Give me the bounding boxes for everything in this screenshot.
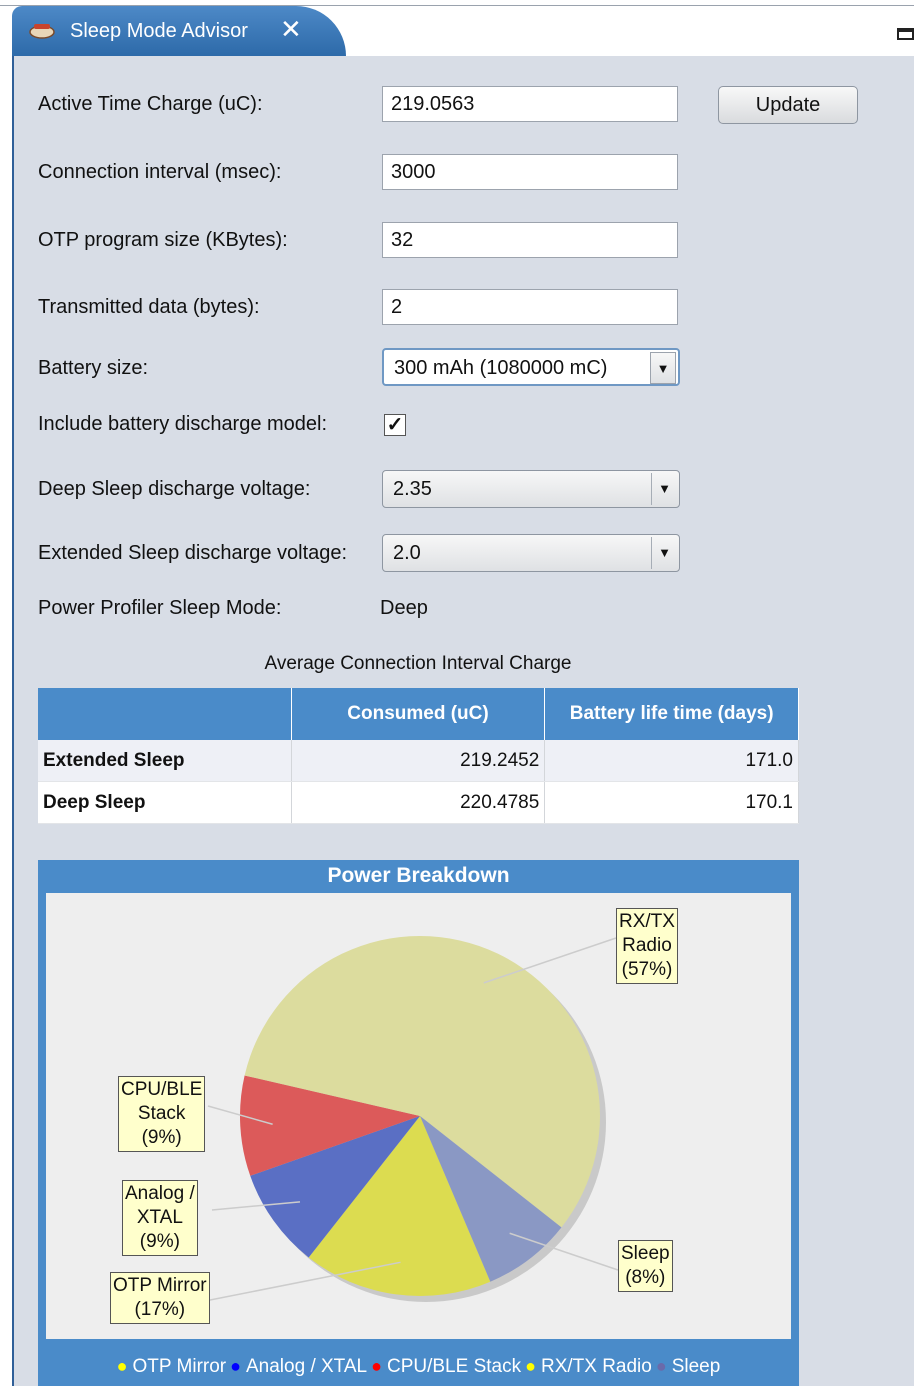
callout-text: Stack: [137, 1103, 186, 1124]
tab-sleep-mode-advisor[interactable]: Sleep Mode Advisor ✕: [12, 6, 346, 56]
battery-size-label: Battery size:: [38, 357, 149, 379]
chart-legend: ● OTP Mirror ● Analog / XTAL ● CPU/BLE Sta…: [38, 1356, 799, 1378]
connection-interval-input[interactable]: 3000: [382, 154, 678, 190]
app-icon: [28, 20, 56, 46]
legend-item-cpu-ble-stack[interactable]: ● CPU/BLE Stack: [371, 1356, 521, 1377]
close-icon[interactable]: ✕: [280, 16, 302, 42]
legend-label: Analog / XTAL: [246, 1356, 368, 1377]
legend-dot-icon: ●: [655, 1356, 672, 1376]
active-charge-label: Active Time Charge (uC):: [38, 93, 263, 115]
legend-label: RX/TX Radio: [540, 1356, 652, 1377]
consumed-value: 220.4785: [291, 781, 546, 824]
callout-text: Radio: [622, 935, 672, 956]
chevron-down-icon[interactable]: ▼: [650, 352, 676, 384]
transmitted-data-input[interactable]: 2: [382, 289, 678, 325]
table-row: Deep Sleep 220.4785 170.1: [38, 781, 799, 824]
callout-text: CPU/BLE: [121, 1079, 203, 1100]
legend-item-otp-mirror[interactable]: ● OTP Mirror: [117, 1356, 226, 1377]
callout-text: (9%): [139, 1231, 180, 1252]
tab-strip: Sleep Mode Advisor ✕: [0, 0, 914, 56]
chevron-down-icon[interactable]: ▼: [651, 473, 677, 505]
transmitted-data-label: Transmitted data (bytes):: [38, 296, 260, 318]
row-name: Deep Sleep: [38, 781, 292, 824]
table-header-battery-life: Battery life time (days): [544, 688, 799, 740]
power-breakdown-chart: Power Breakdown OTP Mirror (17%) Analog / X…: [38, 860, 799, 1386]
charge-table: Consumed (uC) Battery life time (days) E…: [38, 688, 799, 824]
chevron-down-icon[interactable]: ▼: [651, 537, 677, 569]
battery-life-value: 170.1: [544, 781, 799, 824]
callout-analog-xtal: Analog / XTAL (9%): [122, 1180, 198, 1256]
callout-rx-tx-radio: RX/TX Radio (57%): [616, 908, 678, 984]
table-row: Extended Sleep 219.2452 171.0: [38, 740, 799, 782]
active-charge-input[interactable]: 219.0563: [382, 86, 678, 122]
connection-interval-label: Connection interval (msec):: [38, 161, 282, 183]
profiler-mode-value: Deep: [380, 597, 428, 619]
callout-text: (17%): [134, 1299, 186, 1320]
otp-size-input[interactable]: 32: [382, 222, 678, 258]
callout-text: Sleep: [621, 1243, 670, 1264]
deep-sleep-voltage-value: 2.35: [393, 478, 432, 500]
legend-label: OTP Mirror: [132, 1356, 227, 1377]
otp-size-label: OTP program size (KBytes):: [38, 229, 288, 251]
deep-sleep-voltage-select[interactable]: 2.35 ▼: [382, 470, 680, 508]
profiler-mode-label: Power Profiler Sleep Mode:: [38, 597, 282, 619]
update-button[interactable]: Update: [718, 86, 858, 124]
legend-dot-icon: ●: [116, 1356, 133, 1376]
legend-label: CPU/BLE Stack: [386, 1356, 522, 1377]
battery-size-value: 300 mAh (1080000 mC): [394, 357, 608, 379]
battery-size-combo[interactable]: 300 mAh (1080000 mC) ▼: [382, 348, 680, 386]
consumed-value: 219.2452: [291, 740, 546, 782]
discharge-model-label: Include battery discharge model:: [38, 413, 328, 435]
tab-title: Sleep Mode Advisor: [70, 20, 248, 42]
row-name: Extended Sleep: [38, 740, 292, 782]
table-caption: Average Connection Interval Charge: [264, 653, 572, 674]
maximize-icon[interactable]: [897, 28, 914, 40]
callout-text: (8%): [625, 1267, 666, 1288]
callout-sleep: Sleep (8%): [618, 1240, 673, 1292]
legend-dot-icon: ●: [525, 1356, 541, 1376]
deep-sleep-voltage-label: Deep Sleep discharge voltage:: [38, 478, 311, 500]
callout-text: Analog /: [125, 1183, 195, 1204]
callout-text: (57%): [621, 959, 673, 980]
callout-cpu-ble-stack: CPU/BLE Stack (9%): [118, 1076, 206, 1152]
extended-sleep-voltage-label: Extended Sleep discharge voltage:: [38, 542, 348, 564]
callout-text: (9%): [141, 1127, 182, 1148]
discharge-model-checkbox[interactable]: ✓: [384, 414, 406, 436]
table-header: [38, 688, 292, 740]
legend-dot-icon: ●: [230, 1356, 246, 1376]
extended-sleep-voltage-select[interactable]: 2.0 ▼: [382, 534, 680, 572]
legend-dot-icon: ●: [371, 1356, 387, 1376]
extended-sleep-voltage-value: 2.0: [393, 542, 421, 564]
legend-item-rx-tx-radio[interactable]: ● RX/TX Radio: [525, 1356, 652, 1377]
battery-life-value: 171.0: [544, 740, 799, 782]
legend-label: Sleep: [671, 1356, 721, 1377]
callout-text: RX/TX: [619, 911, 675, 932]
table-header-consumed: Consumed (uC): [291, 688, 546, 740]
legend-item-sleep[interactable]: ● Sleep: [656, 1356, 720, 1377]
callout-text: OTP Mirror: [113, 1275, 207, 1296]
callout-text: XTAL: [136, 1207, 183, 1228]
legend-item-analog-xtal[interactable]: ● Analog / XTAL: [230, 1356, 367, 1377]
callout-otp-mirror: OTP Mirror (17%): [110, 1272, 210, 1324]
